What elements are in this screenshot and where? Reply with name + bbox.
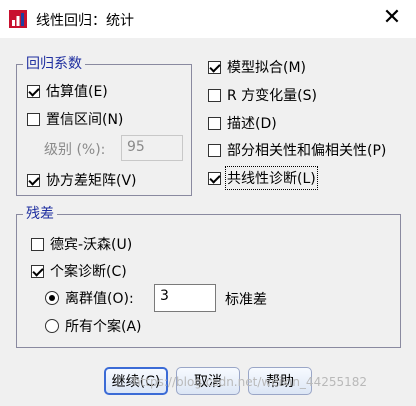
outliers-label: 离群值(O):	[65, 291, 134, 307]
durbin-watson-check-icon[interactable]	[31, 237, 44, 251]
close-icon[interactable]: ✕	[378, 4, 406, 32]
std-dev-unit-label: 标准差	[225, 292, 267, 308]
casewise-diagnostics-label: 个案诊断(C)	[50, 264, 127, 280]
all-cases-label: 所有个案(A)	[65, 319, 142, 335]
estimates-check-icon[interactable]	[27, 84, 40, 98]
all-cases-radio-icon[interactable]	[45, 319, 59, 333]
descriptives-checkbox[interactable]: 描述(D)	[208, 113, 277, 133]
confidence-intervals-checkbox[interactable]: 置信区间(N)	[27, 109, 123, 129]
part-partial-correlations-label: 部分相关性和偏相关性(P)	[227, 143, 387, 159]
covariance-matrix-checkbox[interactable]: 协方差矩阵(V)	[27, 170, 137, 190]
descriptives-label: 描述(D)	[227, 116, 277, 132]
confidence-intervals-label: 置信区间(N)	[46, 112, 124, 128]
collinearity-diagnostics-checkbox[interactable]: 共线性诊断(L)	[208, 166, 318, 190]
r-squared-change-checkbox[interactable]: R 方变化量(S)	[208, 85, 317, 105]
estimates-checkbox[interactable]: 估算值(E)	[27, 81, 108, 101]
outliers-radio-icon[interactable]	[45, 291, 59, 305]
model-fit-check-icon[interactable]	[208, 60, 221, 74]
durbin-watson-label: 德宾-沃森(U)	[50, 237, 133, 253]
outliers-value-input[interactable]: 3	[154, 284, 216, 312]
casewise-diagnostics-checkbox[interactable]: 个案诊断(C)	[31, 261, 127, 281]
group-label-regression-coefficients: 回归系数	[23, 55, 85, 73]
spss-app-icon	[9, 10, 27, 28]
model-fit-checkbox[interactable]: 模型拟合(M)	[208, 57, 306, 77]
descriptives-check-icon[interactable]	[208, 116, 221, 130]
watermark-text: https://blog.csdn.net/weixin_44255182	[133, 375, 368, 389]
outliers-radio[interactable]: 离群值(O):	[45, 288, 134, 308]
level-input[interactable]: 95	[121, 135, 183, 161]
part-partial-correlations-check-icon[interactable]	[208, 143, 221, 157]
part-partial-correlations-checkbox[interactable]: 部分相关性和偏相关性(P)	[208, 140, 386, 160]
title-bar: 线性回归：统计 ✕	[0, 0, 416, 38]
all-cases-radio[interactable]: 所有个案(A)	[45, 316, 142, 336]
estimates-label: 估算值(E)	[46, 84, 108, 100]
level-label: 级别 (%):	[44, 142, 106, 158]
window-title: 线性回归：统计	[36, 13, 134, 29]
collinearity-diagnostics-label: 共线性诊断(L)	[225, 166, 318, 190]
casewise-diagnostics-check-icon[interactable]	[31, 264, 44, 278]
r-squared-change-label: R 方变化量(S)	[227, 88, 317, 104]
group-label-residuals: 残差	[23, 205, 57, 223]
covariance-matrix-label: 协方差矩阵(V)	[46, 173, 137, 189]
confidence-intervals-check-icon[interactable]	[27, 112, 40, 126]
model-fit-label: 模型拟合(M)	[227, 60, 307, 76]
covariance-matrix-check-icon[interactable]	[27, 173, 40, 187]
collinearity-diagnostics-check-icon[interactable]	[208, 171, 221, 185]
r-squared-change-check-icon[interactable]	[208, 88, 221, 102]
durbin-watson-checkbox[interactable]: 德宾-沃森(U)	[31, 234, 132, 254]
